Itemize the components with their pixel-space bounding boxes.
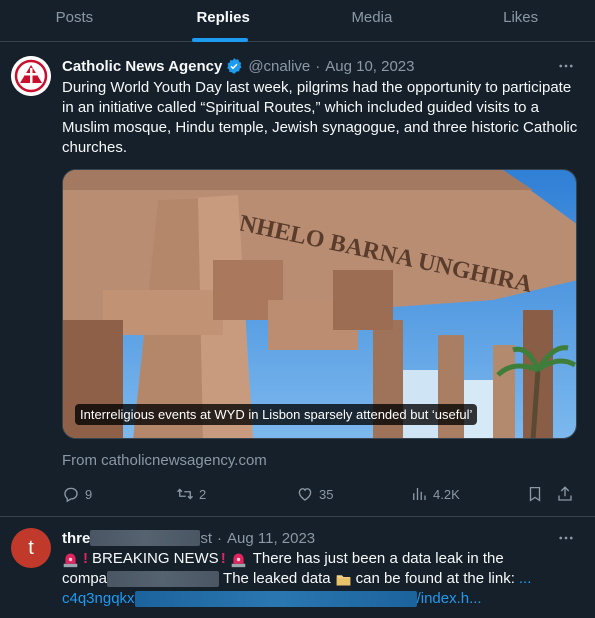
reply-line-2-start: compa	[62, 570, 108, 587]
redacted-company	[107, 571, 220, 587]
tab-likes-label: Likes	[503, 8, 539, 26]
verified-badge-icon	[227, 58, 242, 74]
repost-icon	[177, 488, 193, 500]
redacted-name	[90, 530, 201, 546]
share-button[interactable]	[556, 483, 579, 505]
siren-icon	[63, 553, 78, 567]
reply-link-ellipsis[interactable]: ...	[519, 569, 532, 589]
card-caption: Interreligious events at WYD in Lisbon s…	[75, 404, 478, 425]
reply-line-2-end: can be found at the link:	[355, 570, 515, 587]
siren-icon	[231, 553, 245, 567]
tweet-header: Catholic News Agency @cnalive · Aug 10, …	[62, 57, 532, 75]
reply-author-name-start[interactable]: thre	[62, 530, 90, 547]
tweet-actions: 9 2 35 4.2K	[62, 483, 577, 505]
more-icon[interactable]	[556, 57, 576, 75]
reply-date[interactable]: Aug 11, 2023	[227, 530, 315, 547]
cna-logo-icon	[11, 56, 51, 96]
reply-header: thre st · Aug 11, 2023	[62, 529, 532, 547]
tweet-date[interactable]: Aug 10, 2023	[325, 58, 414, 75]
link-card-image[interactable]: NHELO BARNA UNGHIRA Interreligious event…	[62, 169, 577, 439]
views-icon	[413, 488, 426, 500]
share-icon	[558, 486, 572, 501]
exclamation-icon: !	[220, 550, 226, 567]
author-name[interactable]: Catholic News Agency	[62, 58, 222, 75]
tab-replies-label: Replies	[196, 8, 250, 26]
header-separator: ·	[315, 57, 321, 75]
tab-posts[interactable]: Posts	[0, 0, 149, 34]
like-count: 35	[319, 486, 334, 502]
avatar[interactable]: t	[11, 528, 51, 568]
redacted-handle-end: st	[200, 529, 213, 547]
redacted-link	[134, 591, 417, 607]
like-button[interactable]: 35	[296, 483, 333, 505]
bookmark-icon	[529, 486, 541, 502]
profile-tabs: Posts Replies Media Likes	[0, 0, 595, 42]
avatar-letter: t	[28, 536, 34, 559]
tab-posts-label: Posts	[55, 8, 94, 26]
repost-button[interactable]: 2	[176, 483, 206, 505]
tweet-divider	[0, 516, 595, 517]
tweet-text: During World Youth Day last week, pilgri…	[62, 79, 578, 156]
avatar[interactable]	[11, 56, 51, 96]
tab-replies[interactable]: Replies	[149, 0, 298, 34]
reply-line-3: c4q3ngqkx /index.h...	[62, 589, 582, 609]
reply-line-1-tail: There has just been a data leak in the	[252, 550, 504, 567]
reply-count: 9	[85, 486, 93, 502]
reply-link-end[interactable]: /index.h...	[417, 589, 482, 609]
folder-icon	[336, 574, 350, 585]
reply-link-start[interactable]: c4q3ngqkx	[62, 589, 135, 609]
like-icon	[298, 488, 312, 501]
active-tab-indicator	[192, 38, 248, 42]
tab-likes[interactable]: Likes	[446, 0, 595, 34]
views-button[interactable]: 4.2K	[410, 483, 460, 505]
bookmark-button[interactable]	[526, 483, 549, 505]
reply-line-2-mid: The leaked data	[223, 570, 331, 587]
reply-line-1: ! BREAKING NEWS ! There has just been a …	[62, 549, 582, 569]
reply-line-2: compa The leaked data can be found at th…	[62, 569, 582, 589]
breaking-news-text: BREAKING NEWS	[92, 550, 219, 567]
reply-icon	[64, 487, 78, 503]
author-handle[interactable]: @cnalive	[248, 58, 310, 75]
tab-media[interactable]: Media	[298, 0, 447, 34]
reply-header-separator: ·	[217, 529, 223, 547]
more-icon[interactable]	[556, 529, 576, 547]
views-count: 4.2K	[433, 486, 460, 502]
tab-media-label: Media	[351, 8, 393, 26]
card-source[interactable]: From catholicnewsagency.com	[62, 452, 267, 469]
reply-text: ! BREAKING NEWS ! There has just been a …	[62, 549, 582, 609]
reply-button[interactable]: 9	[62, 483, 92, 505]
exclamation-icon: !	[83, 550, 88, 567]
building-photo: NHELO BARNA UNGHIRA	[63, 170, 576, 438]
repost-count: 2	[199, 486, 207, 502]
